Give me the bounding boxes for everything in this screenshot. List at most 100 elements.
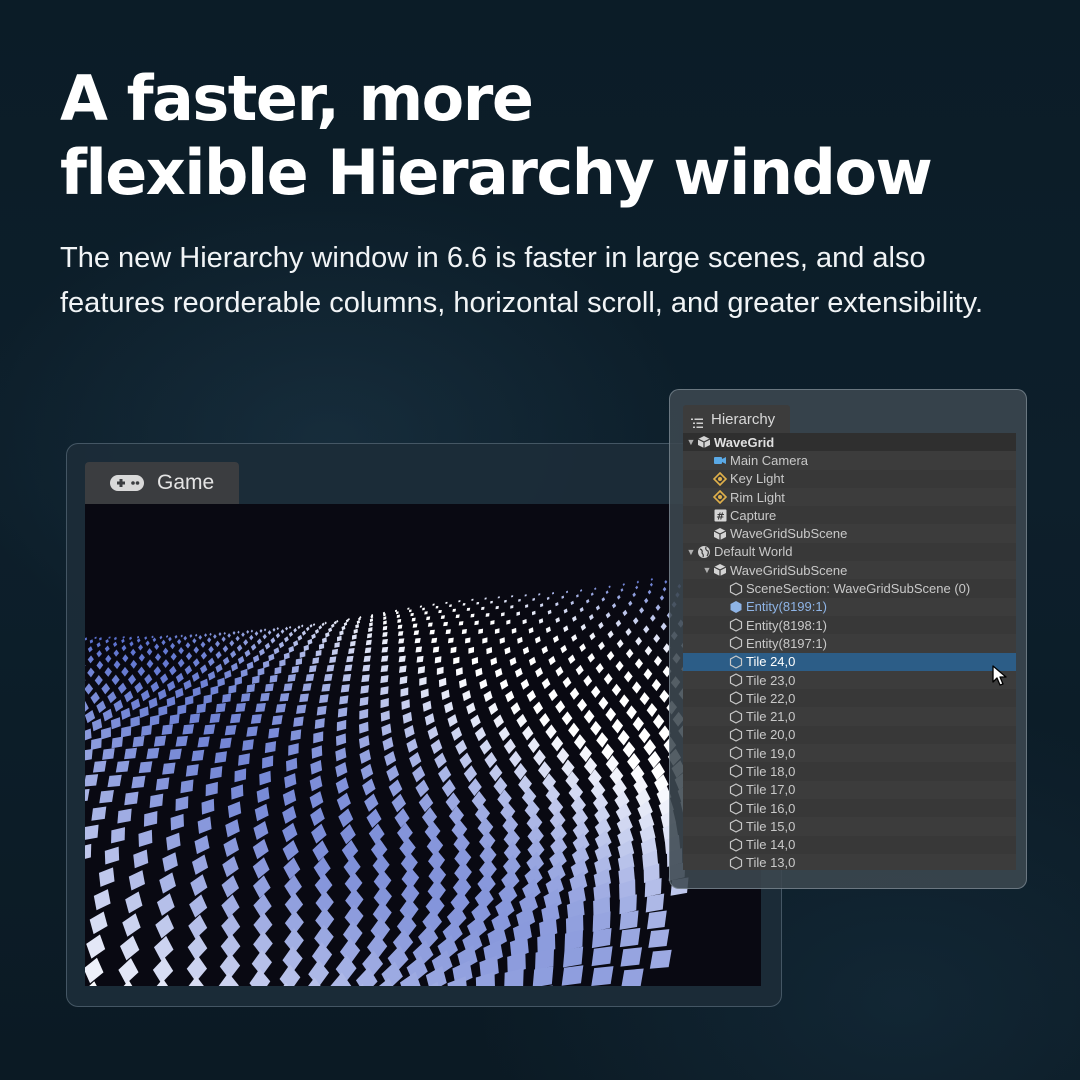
wave-tile <box>175 735 188 747</box>
wave-tile <box>302 683 312 692</box>
hierarchy-row[interactable]: Tile 15,0 <box>683 817 1016 836</box>
wave-tile <box>591 928 612 949</box>
tab-game[interactable]: Game <box>85 462 239 504</box>
hierarchy-row[interactable]: Main Camera <box>683 451 1016 470</box>
wave-tile <box>124 791 139 806</box>
wave-tile <box>132 735 145 748</box>
hierarchy-row[interactable]: Tile 13,0 <box>683 853 1016 870</box>
wave-tile <box>397 631 404 636</box>
wave-tile <box>471 598 474 601</box>
wave-tile <box>449 604 452 607</box>
wave-tile <box>293 716 304 727</box>
entity-icon <box>729 819 743 834</box>
hierarchy-row[interactable]: Tile 18,0 <box>683 762 1016 780</box>
wave-tile <box>224 725 237 736</box>
wave-tile <box>382 625 388 631</box>
wave-tile <box>490 600 493 604</box>
expand-arrow-icon[interactable]: ▼ <box>685 437 697 447</box>
wave-tile <box>398 646 406 653</box>
hierarchy-row-label: WaveGridSubScene <box>730 526 848 542</box>
hierarchy-row-label: Default World <box>714 544 793 560</box>
wave-tile <box>242 739 254 751</box>
wave-tile <box>269 674 278 683</box>
wave-tile <box>146 747 160 760</box>
wave-tile <box>413 630 420 636</box>
wave-tile <box>92 760 107 773</box>
game-viewport[interactable] <box>85 504 761 986</box>
hierarchy-row[interactable]: Tile 17,0 <box>683 780 1016 799</box>
hierarchy-row[interactable]: Tile 19,0 <box>683 744 1016 763</box>
hierarchy-row-label: Capture <box>730 507 777 523</box>
hierarchy-row[interactable]: Tile 23,0 <box>683 670 1016 690</box>
wave-tile <box>435 605 439 609</box>
hierarchy-row[interactable]: ▼ WaveGrid <box>683 433 1016 452</box>
unity-scene-icon <box>697 435 711 449</box>
wave-tile <box>591 966 614 986</box>
hierarchy-window: Hierarchy ▼ WaveGrid Main Camera Key Light R… <box>669 389 1027 889</box>
entity-icon <box>729 618 743 632</box>
hierarchy-row-label: Tile 23,0 <box>746 672 796 688</box>
hierarchy-row[interactable]: WaveGridSubScene <box>683 524 1016 543</box>
wave-tile <box>209 766 223 780</box>
hierarchy-row[interactable]: ▼ WaveGridSubScene <box>683 561 1016 580</box>
wave-tile <box>235 702 246 713</box>
wave-tile <box>485 612 490 617</box>
hierarchy-row[interactable]: Entity(8197:1) <box>683 634 1016 653</box>
wave-tile <box>316 705 327 716</box>
hierarchy-row[interactable]: Tile 22,0 <box>683 689 1016 707</box>
hierarchy-row[interactable]: SceneSection: WaveGridSubScene (0) <box>683 579 1016 597</box>
expand-arrow-icon[interactable]: ▼ <box>701 565 713 575</box>
hierarchy-row-label: Key Light <box>730 471 785 487</box>
entity-icon <box>729 709 743 724</box>
expand-arrow-icon[interactable]: ▼ <box>685 547 697 557</box>
wave-tile <box>461 628 467 635</box>
hierarchy-row-label: WaveGridSubScene <box>730 562 848 578</box>
entity-icon <box>729 783 743 797</box>
tab-game-label: Game <box>157 471 215 494</box>
wave-tile <box>185 764 199 777</box>
entity-icon <box>729 746 743 760</box>
hierarchy-row[interactable]: # Capture <box>683 506 1016 524</box>
entity-icon <box>729 655 743 669</box>
hierarchy-row-selected[interactable]: Tile 24,0 <box>683 652 1016 671</box>
entity-icon <box>729 691 743 705</box>
wave-tile <box>115 760 130 773</box>
wave-tile <box>426 616 431 621</box>
wave-tile <box>260 692 270 702</box>
hierarchy-row[interactable]: Key Light <box>683 470 1016 488</box>
wave-tile <box>271 715 283 726</box>
wave-tile <box>366 633 373 639</box>
wave-tile <box>342 673 352 682</box>
wave-tile <box>397 624 403 629</box>
wave-tile <box>427 622 433 627</box>
hierarchy-row[interactable]: Tile 16,0 <box>683 799 1016 817</box>
hierarchy-row[interactable]: ▼ Default World <box>683 543 1016 561</box>
wave-tile <box>131 775 146 789</box>
wave-tile <box>422 607 425 611</box>
entity-icon <box>729 636 743 651</box>
entity-icon <box>729 581 743 596</box>
wave-tile <box>229 713 242 724</box>
hierarchy-tree[interactable]: ▼ WaveGrid Main Camera Key Light Rim Light # C… <box>683 433 1016 870</box>
hierarchy-row[interactable]: Entity(8199:1) <box>683 597 1016 616</box>
hierarchy-row-label: Tile 21,0 <box>746 709 796 725</box>
svg-text:#: # <box>716 511 724 522</box>
wave-tile <box>124 747 137 760</box>
hierarchy-row[interactable]: Tile 14,0 <box>683 836 1016 854</box>
wave-tile <box>511 595 514 598</box>
wave-tile <box>299 693 309 703</box>
hierarchy-row[interactable]: Tile 21,0 <box>683 707 1016 726</box>
wave-tile <box>411 617 416 622</box>
hierarchy-row[interactable]: Rim Light <box>683 487 1016 507</box>
wave-tile <box>268 727 280 739</box>
wave-tile <box>168 748 182 760</box>
wave-tile <box>561 965 584 986</box>
wave-tile <box>415 646 423 653</box>
entity-icon <box>729 673 743 687</box>
wave-tile <box>191 749 205 762</box>
hierarchy-row[interactable]: Entity(8198:1) <box>683 616 1016 634</box>
tab-hierarchy[interactable]: Hierarchy <box>683 405 790 433</box>
wave-tile <box>340 684 350 693</box>
hierarchy-row[interactable]: Tile 20,0 <box>683 726 1016 744</box>
wave-tile <box>497 596 500 599</box>
